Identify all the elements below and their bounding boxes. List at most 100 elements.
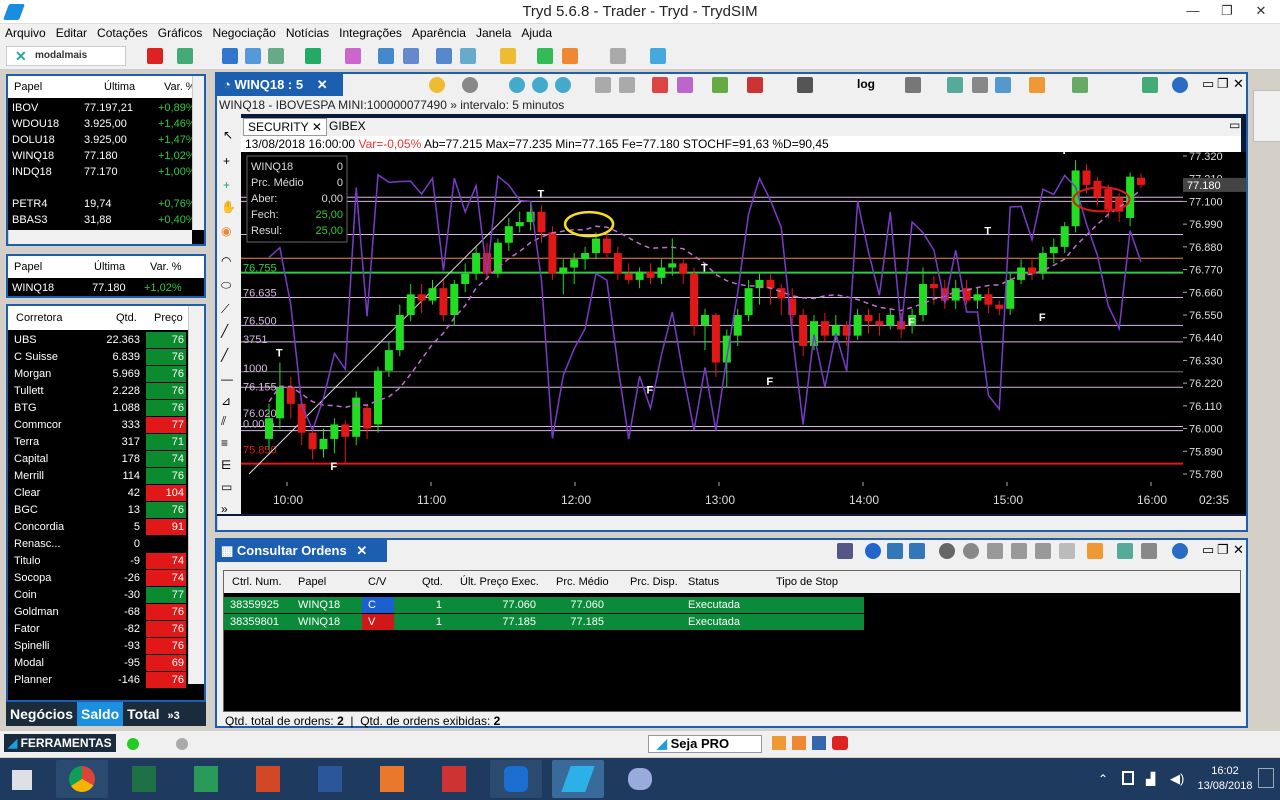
chart-tab[interactable]: ◔ WINQ18 : 5 ✕ (217, 74, 343, 96)
menu-cotacoes[interactable]: Cotações (92, 24, 153, 43)
tag-icon[interactable] (610, 48, 626, 64)
broker-row[interactable]: Spinelli -93 76 (8, 638, 186, 654)
orders-close-icon[interactable]: ✕ (356, 543, 367, 558)
order-edit-icon[interactable] (1035, 543, 1051, 559)
signal-icon[interactable]: ▟ (1146, 772, 1155, 786)
col-prc-medio[interactable]: Prc. Médio (556, 576, 609, 588)
broker-row[interactable]: Morgan 5.969 76 (8, 366, 186, 382)
draw-icon[interactable] (652, 77, 668, 93)
folder-icon[interactable] (500, 48, 516, 64)
text-taskbar-icon[interactable] (428, 760, 480, 798)
watchlist-row[interactable]: WDOU18 3.925,00 +1,46% (8, 116, 196, 132)
menu-graficos[interactable]: Gráficos (153, 24, 208, 43)
watchlist-row[interactable]: DOLU18 3.925,00 +1,47% (8, 132, 196, 148)
broker-row[interactable]: Fator -82 76 (8, 621, 186, 637)
order-gear-icon[interactable] (1141, 543, 1157, 559)
menu-arquivo[interactable]: Arquivo (0, 24, 51, 43)
order-list-icon[interactable] (909, 543, 925, 559)
broker-row[interactable]: BGC 13 76 (8, 502, 186, 518)
word-taskbar-icon[interactable] (304, 760, 356, 798)
layout-icon[interactable] (245, 48, 261, 64)
broker-row[interactable]: UBS 22.363 76 (8, 332, 186, 348)
menu-janela[interactable]: Janela (471, 24, 516, 43)
col-preco[interactable]: Preço (154, 306, 183, 330)
clock-icon[interactable] (462, 77, 478, 93)
broker-row[interactable]: Titulo -9 74 (8, 553, 186, 569)
order-clock-icon[interactable] (865, 543, 881, 559)
panel-icon[interactable] (403, 48, 419, 64)
grid-icon[interactable] (619, 77, 635, 93)
export-icon[interactable] (1072, 77, 1088, 93)
crosshair-tool-icon[interactable]: + (223, 154, 230, 168)
broker-row[interactable]: Modal -95 69 (8, 655, 186, 671)
menu-integracoes[interactable]: Integrações (334, 24, 407, 43)
tab-saldo[interactable]: Saldo (77, 702, 124, 726)
broker-row[interactable]: BTG 1.088 76 (8, 400, 186, 416)
col-qtd-ord[interactable]: Qtd. (422, 576, 443, 588)
order-help-icon[interactable] (1172, 543, 1188, 559)
ray-icon[interactable]: ⊿ (221, 394, 231, 408)
monitor-icon[interactable] (177, 48, 193, 64)
crosshair-icon[interactable] (797, 77, 813, 93)
pointer-icon[interactable]: ↖ (223, 128, 233, 142)
powerpoint-taskbar-icon[interactable] (242, 760, 294, 798)
dots-icon[interactable] (947, 77, 963, 93)
menu-noticias[interactable]: Notícias (281, 24, 334, 43)
col-tipo-stop[interactable]: Tipo de Stop (776, 576, 838, 588)
col-papel[interactable]: Papel (14, 76, 42, 98)
tab-more[interactable]: »3 (164, 704, 184, 728)
settings-icon[interactable] (650, 48, 666, 64)
refresh-icon[interactable] (1029, 77, 1045, 93)
bars-icon[interactable] (537, 48, 553, 64)
broker-row[interactable]: Capital 178 74 (8, 451, 186, 467)
order-doc-icon[interactable] (987, 543, 1003, 559)
broker-row[interactable]: Coin -30 77 (8, 587, 186, 603)
watchlist-row[interactable]: WINQ18 77.180 +1,02% (8, 148, 196, 164)
facebook-icon[interactable] (812, 736, 826, 750)
table-icon[interactable] (460, 48, 476, 64)
orders-tab[interactable]: ▦ Consultar Ordens ✕ (217, 540, 387, 562)
broker-row[interactable]: Clear 42 104 (8, 485, 186, 501)
chart-minimize-button[interactable]: ▭ (1202, 76, 1214, 92)
chart-restore-button[interactable]: ❐ (1217, 76, 1229, 92)
minimize-button[interactable]: — (1176, 0, 1210, 24)
menu-editar[interactable]: Editar (51, 24, 92, 43)
close-button[interactable]: ✕ (1244, 0, 1278, 24)
tab-negocios[interactable]: Negócios (6, 702, 77, 726)
cross-tool-icon[interactable]: + (223, 178, 230, 192)
rectangle-icon[interactable]: ▭ (221, 480, 232, 494)
indicator-icon[interactable] (677, 77, 693, 93)
col-var[interactable]: Var. % (164, 76, 196, 98)
excel-taskbar-icon[interactable] (118, 760, 170, 798)
subtab-close-icon[interactable]: ✕ (312, 120, 322, 134)
watchlist-row[interactable]: INDQ18 77.170 +1,00% (8, 164, 196, 180)
chart-tab-close-icon[interactable]: ✕ (317, 77, 328, 92)
clock[interactable]: 16:02 13/08/2018 (1196, 764, 1254, 794)
col-ctrl[interactable]: Ctrl. Num. (232, 576, 282, 588)
price-chart[interactable]: 76.75576.63576.5003751100076.15576.0200.… (241, 152, 1246, 514)
windows-start-icon[interactable] (12, 770, 32, 790)
excel-icon[interactable] (305, 48, 321, 64)
tryd-taskbar-icon[interactable] (552, 760, 604, 798)
channel-icon[interactable]: ⫽ (221, 414, 226, 429)
order-row[interactable]: 38359801 WINQ18 V 1 77.185 77.185 Executada (224, 614, 864, 630)
zoom-out-icon[interactable] (532, 77, 548, 93)
order-cancel-icon[interactable] (1059, 543, 1075, 559)
blog-icon[interactable] (792, 736, 806, 750)
watchlist-row[interactable] (8, 180, 190, 196)
battery-icon[interactable] (1122, 771, 1134, 785)
menu-aparencia[interactable]: Aparência (407, 24, 471, 43)
filter-icon[interactable] (837, 543, 853, 559)
fan-icon[interactable]: ⟋ (221, 302, 229, 317)
order-doc2-icon[interactable] (1011, 543, 1027, 559)
fibonacci-icon[interactable]: ≡ (221, 436, 228, 450)
order-refresh-icon[interactable] (1087, 543, 1103, 559)
tab-total[interactable]: Total (123, 702, 163, 726)
arc-icon[interactable]: ◠ (221, 254, 231, 268)
tools-button[interactable]: ◢ FERRAMENTAS (4, 734, 116, 752)
zoom-in-icon[interactable] (509, 77, 525, 93)
log-icon[interactable]: log (857, 77, 875, 91)
broker-row[interactable]: Merrill 114 76 (8, 468, 186, 484)
chrome-taskbar-icon[interactable] (56, 760, 108, 798)
monitor-chart-icon[interactable] (1142, 77, 1158, 93)
